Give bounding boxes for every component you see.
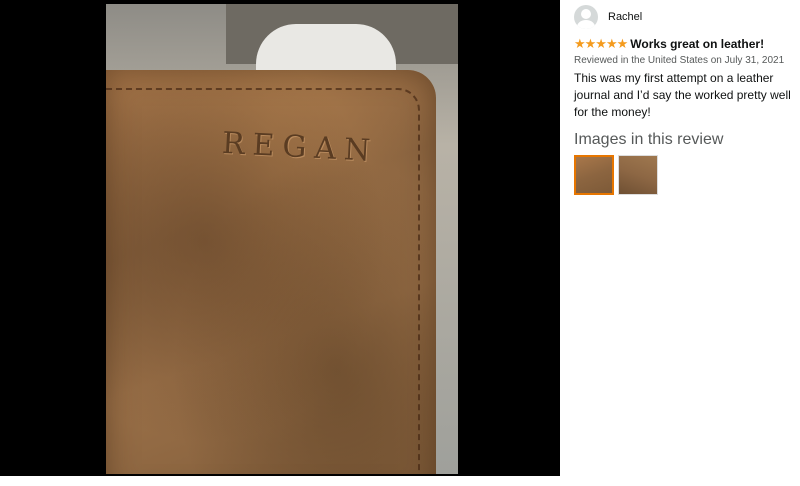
review-panel: Rachel ★★★★★ Works great on leather! Rev… xyxy=(574,4,800,195)
thumbnail-strip xyxy=(574,155,800,195)
reviewer-profile[interactable]: Rachel xyxy=(574,4,800,30)
thumbnail-1[interactable] xyxy=(574,155,614,195)
review-date: Reviewed in the United States on July 31… xyxy=(574,55,785,66)
images-heading: Images in this review xyxy=(574,131,724,148)
leather-journal: REGAN xyxy=(106,70,436,474)
thumbnail-2[interactable] xyxy=(618,155,658,195)
reviewer-name[interactable]: Rachel xyxy=(608,11,642,23)
star-rating-icon: ★★★★★ xyxy=(574,36,628,51)
review-title: Works great on leather! xyxy=(630,37,765,51)
review-photo: REGAN xyxy=(106,4,458,474)
image-viewer: REGAN xyxy=(0,0,560,476)
review-body: This was my first attempt on a leather j… xyxy=(574,71,791,119)
rating-row: ★★★★★ Works great on leather! xyxy=(574,36,800,52)
avatar-icon xyxy=(574,5,598,29)
